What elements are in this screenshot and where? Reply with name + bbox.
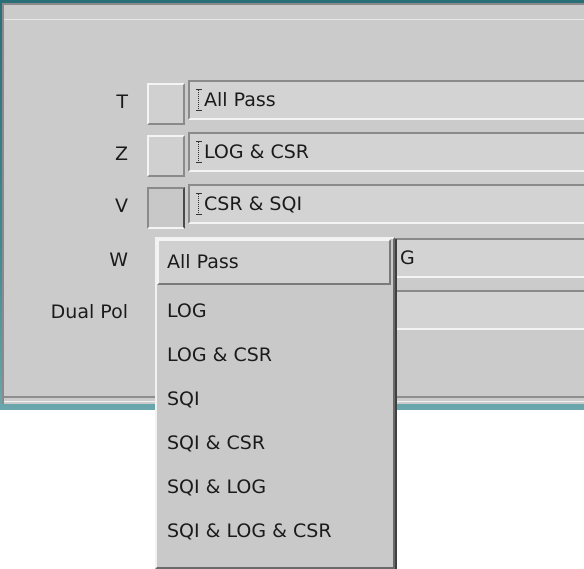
row-label-v: V <box>115 195 128 217</box>
dropdown-option[interactable]: LOG & CSR <box>163 333 387 377</box>
filter-value-t: All Pass <box>204 89 276 111</box>
screen: T All Pass Z LOG & CSR V CSR & SQI W G D… <box>0 0 584 569</box>
row-label-t: T <box>116 91 128 113</box>
row-label-z: Z <box>114 143 128 165</box>
menu-button-z[interactable] <box>147 135 185 177</box>
menu-button-t[interactable] <box>147 83 185 125</box>
row-v: V CSR & SQI <box>0 184 584 229</box>
row-z: Z LOG & CSR <box>0 132 584 177</box>
dropdown-option[interactable]: SQI & CSR <box>163 421 387 465</box>
dropdown-option-selected[interactable]: All Pass <box>157 239 391 285</box>
filter-dropdown-menu: All Pass LOG LOG & CSR SQI SQI & CSR SQI… <box>155 237 395 569</box>
filter-field-z[interactable]: LOG & CSR <box>188 132 584 172</box>
row-label-dual-pol: Dual Pol <box>50 301 128 323</box>
filter-field-v[interactable]: CSR & SQI <box>188 184 584 224</box>
dropdown-option[interactable]: SQI & LOG <box>163 465 387 509</box>
filter-field-t[interactable]: All Pass <box>188 80 584 120</box>
dropdown-option[interactable]: SQI & LOG & CSR <box>163 509 387 553</box>
dropdown-option[interactable]: LOG <box>163 289 387 333</box>
row-t: T All Pass <box>0 80 584 125</box>
filter-value-w-suffix: G <box>400 247 415 269</box>
dropdown-option[interactable]: SQI <box>163 377 387 421</box>
row-label-w: W <box>109 249 128 271</box>
menu-button-v[interactable] <box>147 187 185 229</box>
filter-value-z: LOG & CSR <box>204 141 310 163</box>
filter-value-v: CSR & SQI <box>204 193 303 215</box>
